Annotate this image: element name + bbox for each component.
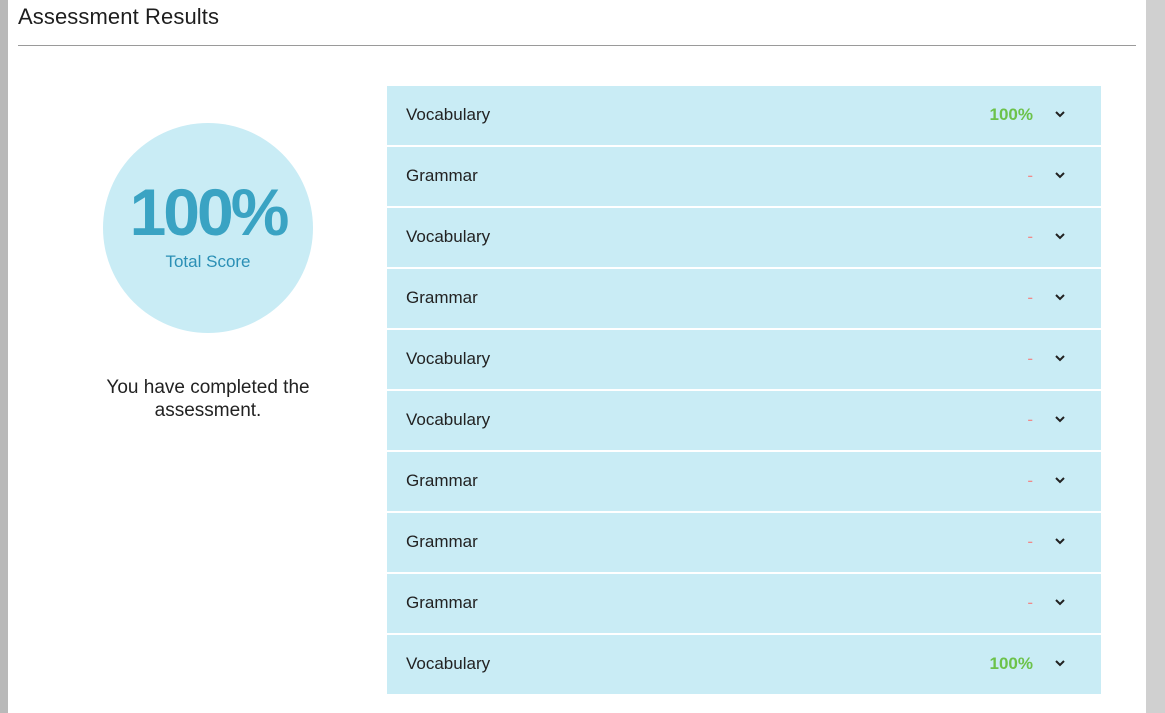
chevron-down-icon[interactable] xyxy=(1053,473,1067,487)
result-name: Grammar xyxy=(406,593,478,612)
result-name: Vocabulary xyxy=(406,105,491,124)
result-row[interactable]: Grammar - xyxy=(387,269,1101,328)
result-score: 100% xyxy=(989,105,1033,124)
result-row[interactable]: Grammar - xyxy=(387,574,1101,633)
chevron-down-icon[interactable] xyxy=(1053,595,1067,609)
chevron-down-icon[interactable] xyxy=(1053,656,1067,670)
page-title: Assessment Results xyxy=(18,4,220,29)
result-row[interactable]: Grammar - xyxy=(387,513,1101,572)
result-score: - xyxy=(1027,471,1033,490)
result-score: - xyxy=(1027,593,1033,612)
result-score: - xyxy=(1027,532,1033,551)
result-row[interactable]: Vocabulary - xyxy=(387,391,1101,450)
result-score: - xyxy=(1027,288,1033,307)
result-name: Vocabulary xyxy=(406,349,491,368)
chevron-down-icon[interactable] xyxy=(1053,412,1067,426)
result-row[interactable]: Vocabulary 100% xyxy=(387,635,1101,694)
scrollbar[interactable] xyxy=(1146,0,1165,713)
result-name: Grammar xyxy=(406,288,478,307)
result-name: Grammar xyxy=(406,471,478,490)
result-score: - xyxy=(1027,410,1033,429)
result-name: Vocabulary xyxy=(406,410,491,429)
chevron-down-icon[interactable] xyxy=(1053,351,1067,365)
header: Assessment Results xyxy=(18,0,1136,46)
chevron-down-icon[interactable] xyxy=(1053,290,1067,304)
result-score: - xyxy=(1027,166,1033,185)
result-name: Grammar xyxy=(406,166,478,185)
results-list: Vocabulary 100% Grammar - Vocabulary - G… xyxy=(387,86,1101,696)
total-score-circle: 100% Total Score xyxy=(103,123,313,333)
chevron-down-icon[interactable] xyxy=(1053,168,1067,182)
result-name: Grammar xyxy=(406,532,478,551)
result-row[interactable]: Vocabulary - xyxy=(387,208,1101,267)
result-row[interactable]: Vocabulary 100% xyxy=(387,86,1101,145)
completion-message: You have completed the assessment. xyxy=(106,377,310,421)
result-score: - xyxy=(1027,349,1033,368)
result-score: - xyxy=(1027,227,1033,246)
total-score-label: Total Score xyxy=(165,252,251,271)
assessment-results-panel: Assessment Results 100% Total Score You … xyxy=(8,0,1146,713)
chevron-down-icon[interactable] xyxy=(1053,107,1067,121)
result-row[interactable]: Grammar - xyxy=(387,147,1101,206)
result-row[interactable]: Grammar - xyxy=(387,452,1101,511)
chevron-down-icon[interactable] xyxy=(1053,534,1067,548)
chevron-down-icon[interactable] xyxy=(1053,229,1067,243)
result-name: Vocabulary xyxy=(406,654,491,673)
result-score: 100% xyxy=(989,654,1033,673)
result-row[interactable]: Vocabulary - xyxy=(387,330,1101,389)
result-name: Vocabulary xyxy=(406,227,491,246)
total-score-value: 100% xyxy=(129,175,290,249)
